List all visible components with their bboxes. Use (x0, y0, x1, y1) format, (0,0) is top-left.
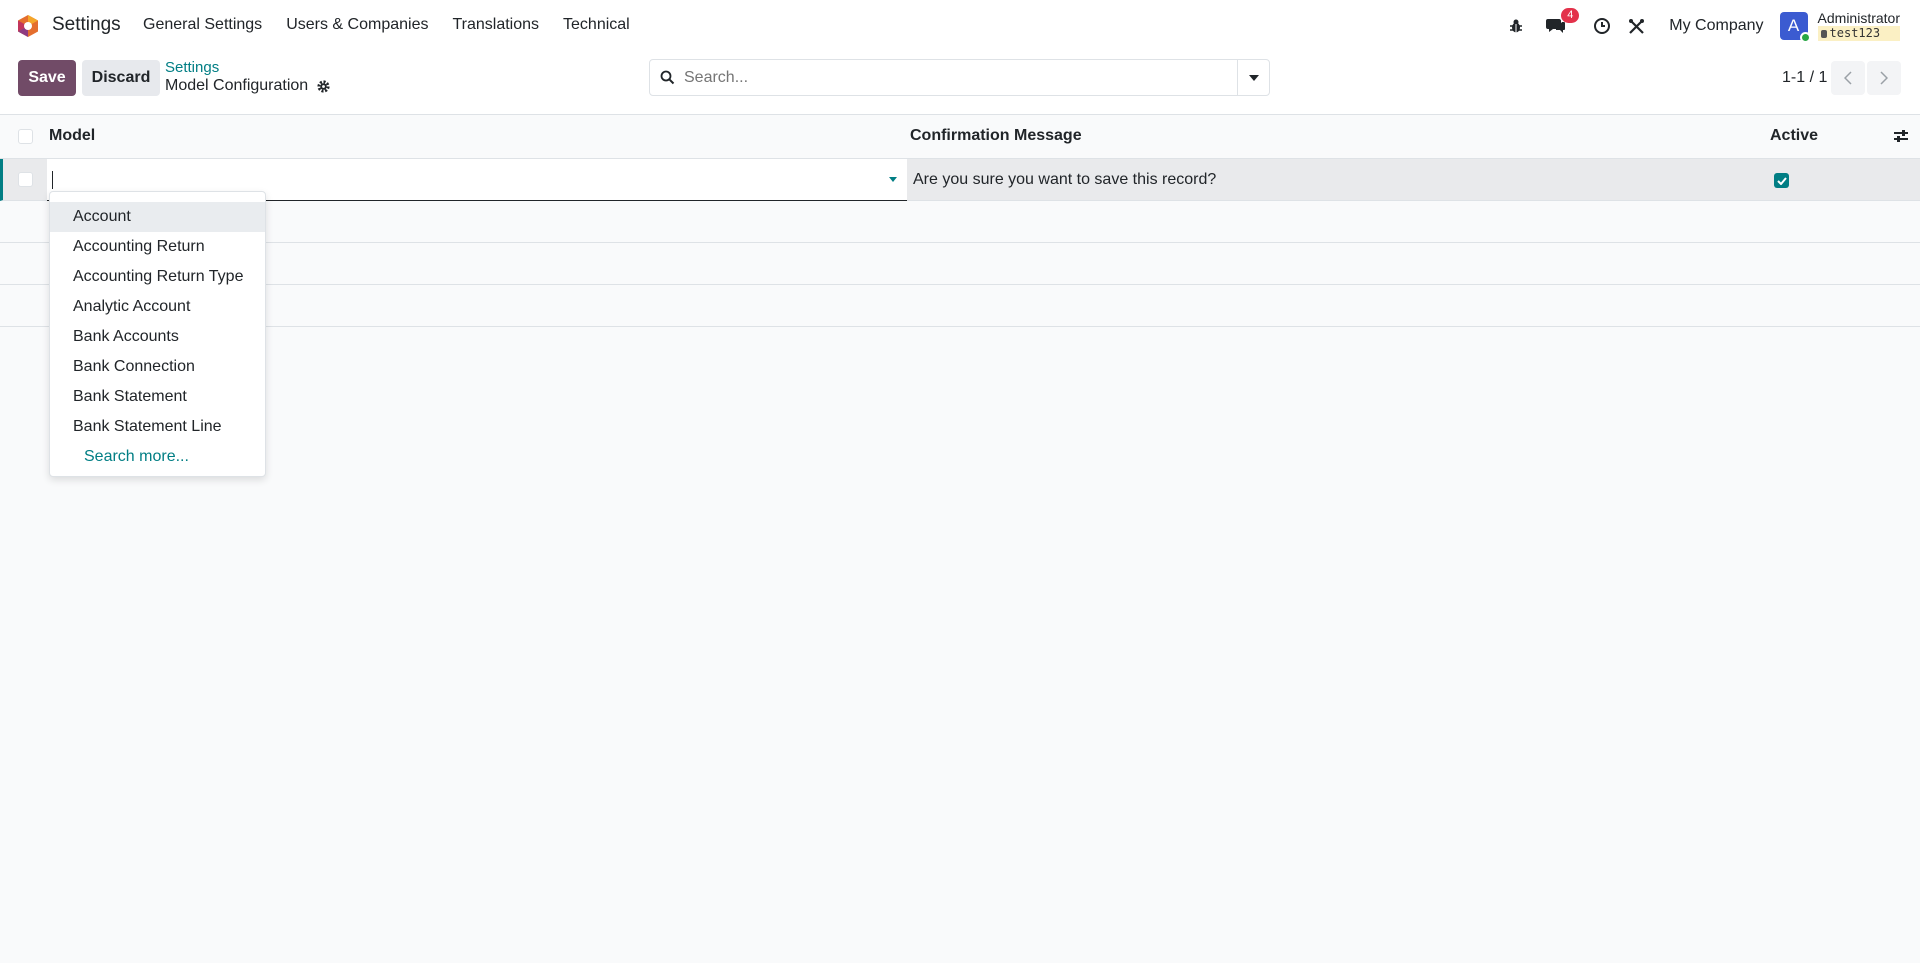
pager-next-button[interactable] (1867, 61, 1901, 95)
dropdown-option[interactable]: Bank Accounts (50, 322, 265, 352)
checkmark-icon (1776, 176, 1787, 185)
user-name: Administrator (1817, 10, 1900, 26)
column-header-model[interactable]: Model (49, 127, 95, 145)
menu-technical[interactable]: Technical (563, 16, 630, 34)
breadcrumb-current: Model Configuration (165, 77, 331, 95)
model-config-list: Model Confirmation Message Active Are yo… (0, 115, 1920, 327)
database-icon (1820, 29, 1827, 38)
dropdown-option[interactable]: Accounting Return (50, 232, 265, 262)
main-menu: General Settings Users & Companies Trans… (143, 16, 630, 34)
dropdown-option[interactable]: Bank Connection (50, 352, 265, 382)
control-panel: Save Discard Settings Model Configuratio… (0, 51, 1920, 115)
pager-value[interactable]: 1-1 / 1 (1782, 69, 1827, 87)
chevron-right-icon (1880, 71, 1888, 85)
search-icon (650, 70, 684, 85)
company-switcher[interactable]: My Company (1669, 17, 1763, 35)
list-header: Model Confirmation Message Active (0, 115, 1920, 159)
column-header-confirmation-message[interactable]: Confirmation Message (910, 127, 1082, 145)
optional-columns-toggle-icon[interactable] (1893, 129, 1909, 143)
model-autocomplete-dropdown: Account Accounting Return Accounting Ret… (49, 191, 266, 477)
page-title: Model Configuration (165, 77, 309, 94)
table-row[interactable]: Are you sure you want to save this recor… (0, 159, 1920, 201)
activity-clock-icon[interactable] (1591, 15, 1613, 37)
empty-row (0, 243, 1920, 285)
menu-general-settings[interactable]: General Settings (143, 16, 262, 34)
breadcrumb-settings-link[interactable]: Settings (165, 59, 219, 76)
messages-count-badge: 4 (1561, 8, 1580, 23)
save-button[interactable]: Save (18, 60, 76, 96)
gear-icon[interactable] (316, 79, 331, 94)
dropdown-option[interactable]: Accounting Return Type (50, 262, 265, 292)
dropdown-option[interactable]: Bank Statement Line (50, 412, 265, 442)
tools-icon[interactable] (1625, 15, 1647, 37)
active-checkbox[interactable] (1774, 173, 1789, 188)
dropdown-caret-icon[interactable] (889, 177, 897, 182)
search-bar (649, 59, 1270, 96)
database-name-label: test123 (1829, 26, 1881, 40)
database-name: test123 (1817, 26, 1900, 41)
menu-translations[interactable]: Translations (452, 16, 539, 34)
avatar-letter: A (1787, 16, 1800, 35)
search-options-toggle[interactable] (1237, 60, 1269, 95)
systray: 4 My Company A Administrator test123 (1493, 8, 1900, 43)
search-more-link[interactable]: Search more... (50, 442, 265, 472)
empty-row (0, 201, 1920, 243)
menu-users-companies[interactable]: Users & Companies (286, 16, 428, 34)
app-title[interactable]: Settings (52, 14, 121, 36)
select-all-checkbox[interactable] (18, 129, 33, 144)
top-navbar: Settings General Settings Users & Compan… (0, 0, 1920, 51)
text-cursor (52, 171, 53, 189)
user-menu[interactable]: Administrator test123 (1817, 10, 1900, 41)
app-logo-icon[interactable] (16, 14, 40, 38)
empty-row (0, 285, 1920, 327)
chevron-left-icon (1844, 71, 1852, 85)
pager-previous-button[interactable] (1831, 61, 1865, 95)
user-avatar[interactable]: A (1779, 12, 1811, 43)
column-header-active[interactable]: Active (1770, 127, 1818, 145)
dropdown-option[interactable]: Account (50, 202, 265, 232)
caret-down-icon (1248, 74, 1259, 81)
confirmation-message-cell[interactable]: Are you sure you want to save this recor… (913, 171, 1216, 189)
online-status-icon (1799, 32, 1811, 43)
discard-button[interactable]: Discard (82, 60, 160, 96)
dropdown-option[interactable]: Bank Statement (50, 382, 265, 412)
dropdown-option[interactable]: Analytic Account (50, 292, 265, 322)
debug-bug-icon[interactable] (1505, 15, 1527, 37)
messages-chat-icon[interactable]: 4 (1545, 8, 1580, 37)
search-input[interactable] (684, 68, 1237, 87)
row-select-checkbox[interactable] (18, 172, 33, 187)
